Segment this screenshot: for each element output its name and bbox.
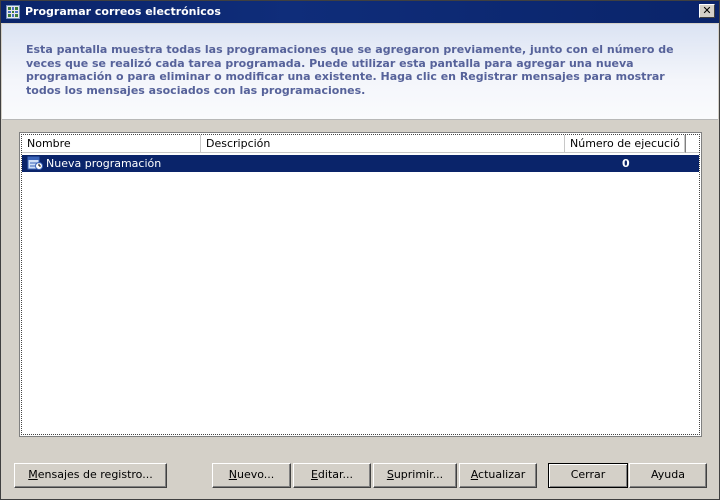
list-focus-border bbox=[21, 134, 700, 435]
column-header-description[interactable]: Descripción bbox=[201, 135, 565, 153]
header-divider bbox=[2, 119, 718, 120]
help-button[interactable]: Ayuda bbox=[629, 463, 707, 488]
row-name: Nueva programación bbox=[46, 157, 162, 170]
delete-button[interactable]: Suprimir... bbox=[373, 463, 457, 488]
log-messages-button[interactable]: Mensajes de registro... bbox=[14, 463, 167, 488]
log-messages-button-accesskey: M bbox=[28, 468, 38, 481]
column-header-name[interactable]: Nombre bbox=[22, 135, 201, 153]
schedule-email-window: Programar correos electrónicos ✕ Esta pa… bbox=[0, 0, 720, 500]
refresh-button-label: ctualizar bbox=[478, 468, 526, 481]
close-icon[interactable]: ✕ bbox=[699, 4, 715, 18]
refresh-button[interactable]: Actualizar bbox=[459, 463, 537, 488]
row-run-count: 0 bbox=[622, 157, 630, 170]
edit-button-accesskey: E bbox=[310, 468, 318, 481]
schedule-list[interactable]: Nombre Descripción Número de ejecució Nu… bbox=[19, 132, 702, 437]
delete-button-accesskey: S bbox=[386, 468, 394, 481]
title-bar[interactable]: Programar correos electrónicos ✕ bbox=[1, 1, 719, 23]
close-button[interactable]: Cerrar bbox=[548, 463, 628, 488]
new-button-label: uevo... bbox=[236, 468, 275, 481]
delete-button-label: uprimir... bbox=[393, 468, 444, 481]
edit-button-label: ditar... bbox=[317, 468, 354, 481]
log-messages-button-label: ensajes de registro... bbox=[37, 468, 153, 481]
schedule-icon bbox=[27, 156, 43, 170]
column-header-filler bbox=[685, 135, 699, 153]
column-header-run-count[interactable]: Número de ejecució bbox=[565, 135, 685, 153]
app-icon bbox=[6, 5, 20, 19]
header-description: Esta pantalla muestra todas las programa… bbox=[26, 43, 674, 97]
new-button[interactable]: Nuevo... bbox=[212, 463, 291, 488]
window-title: Programar correos electrónicos bbox=[25, 5, 221, 18]
table-row[interactable]: Nueva programación 0 bbox=[22, 155, 699, 172]
new-button-accesskey: N bbox=[228, 468, 237, 481]
edit-button[interactable]: Editar... bbox=[293, 463, 371, 488]
refresh-button-accesskey: A bbox=[470, 468, 479, 481]
header-panel: Esta pantalla muestra todas las programa… bbox=[2, 24, 718, 119]
